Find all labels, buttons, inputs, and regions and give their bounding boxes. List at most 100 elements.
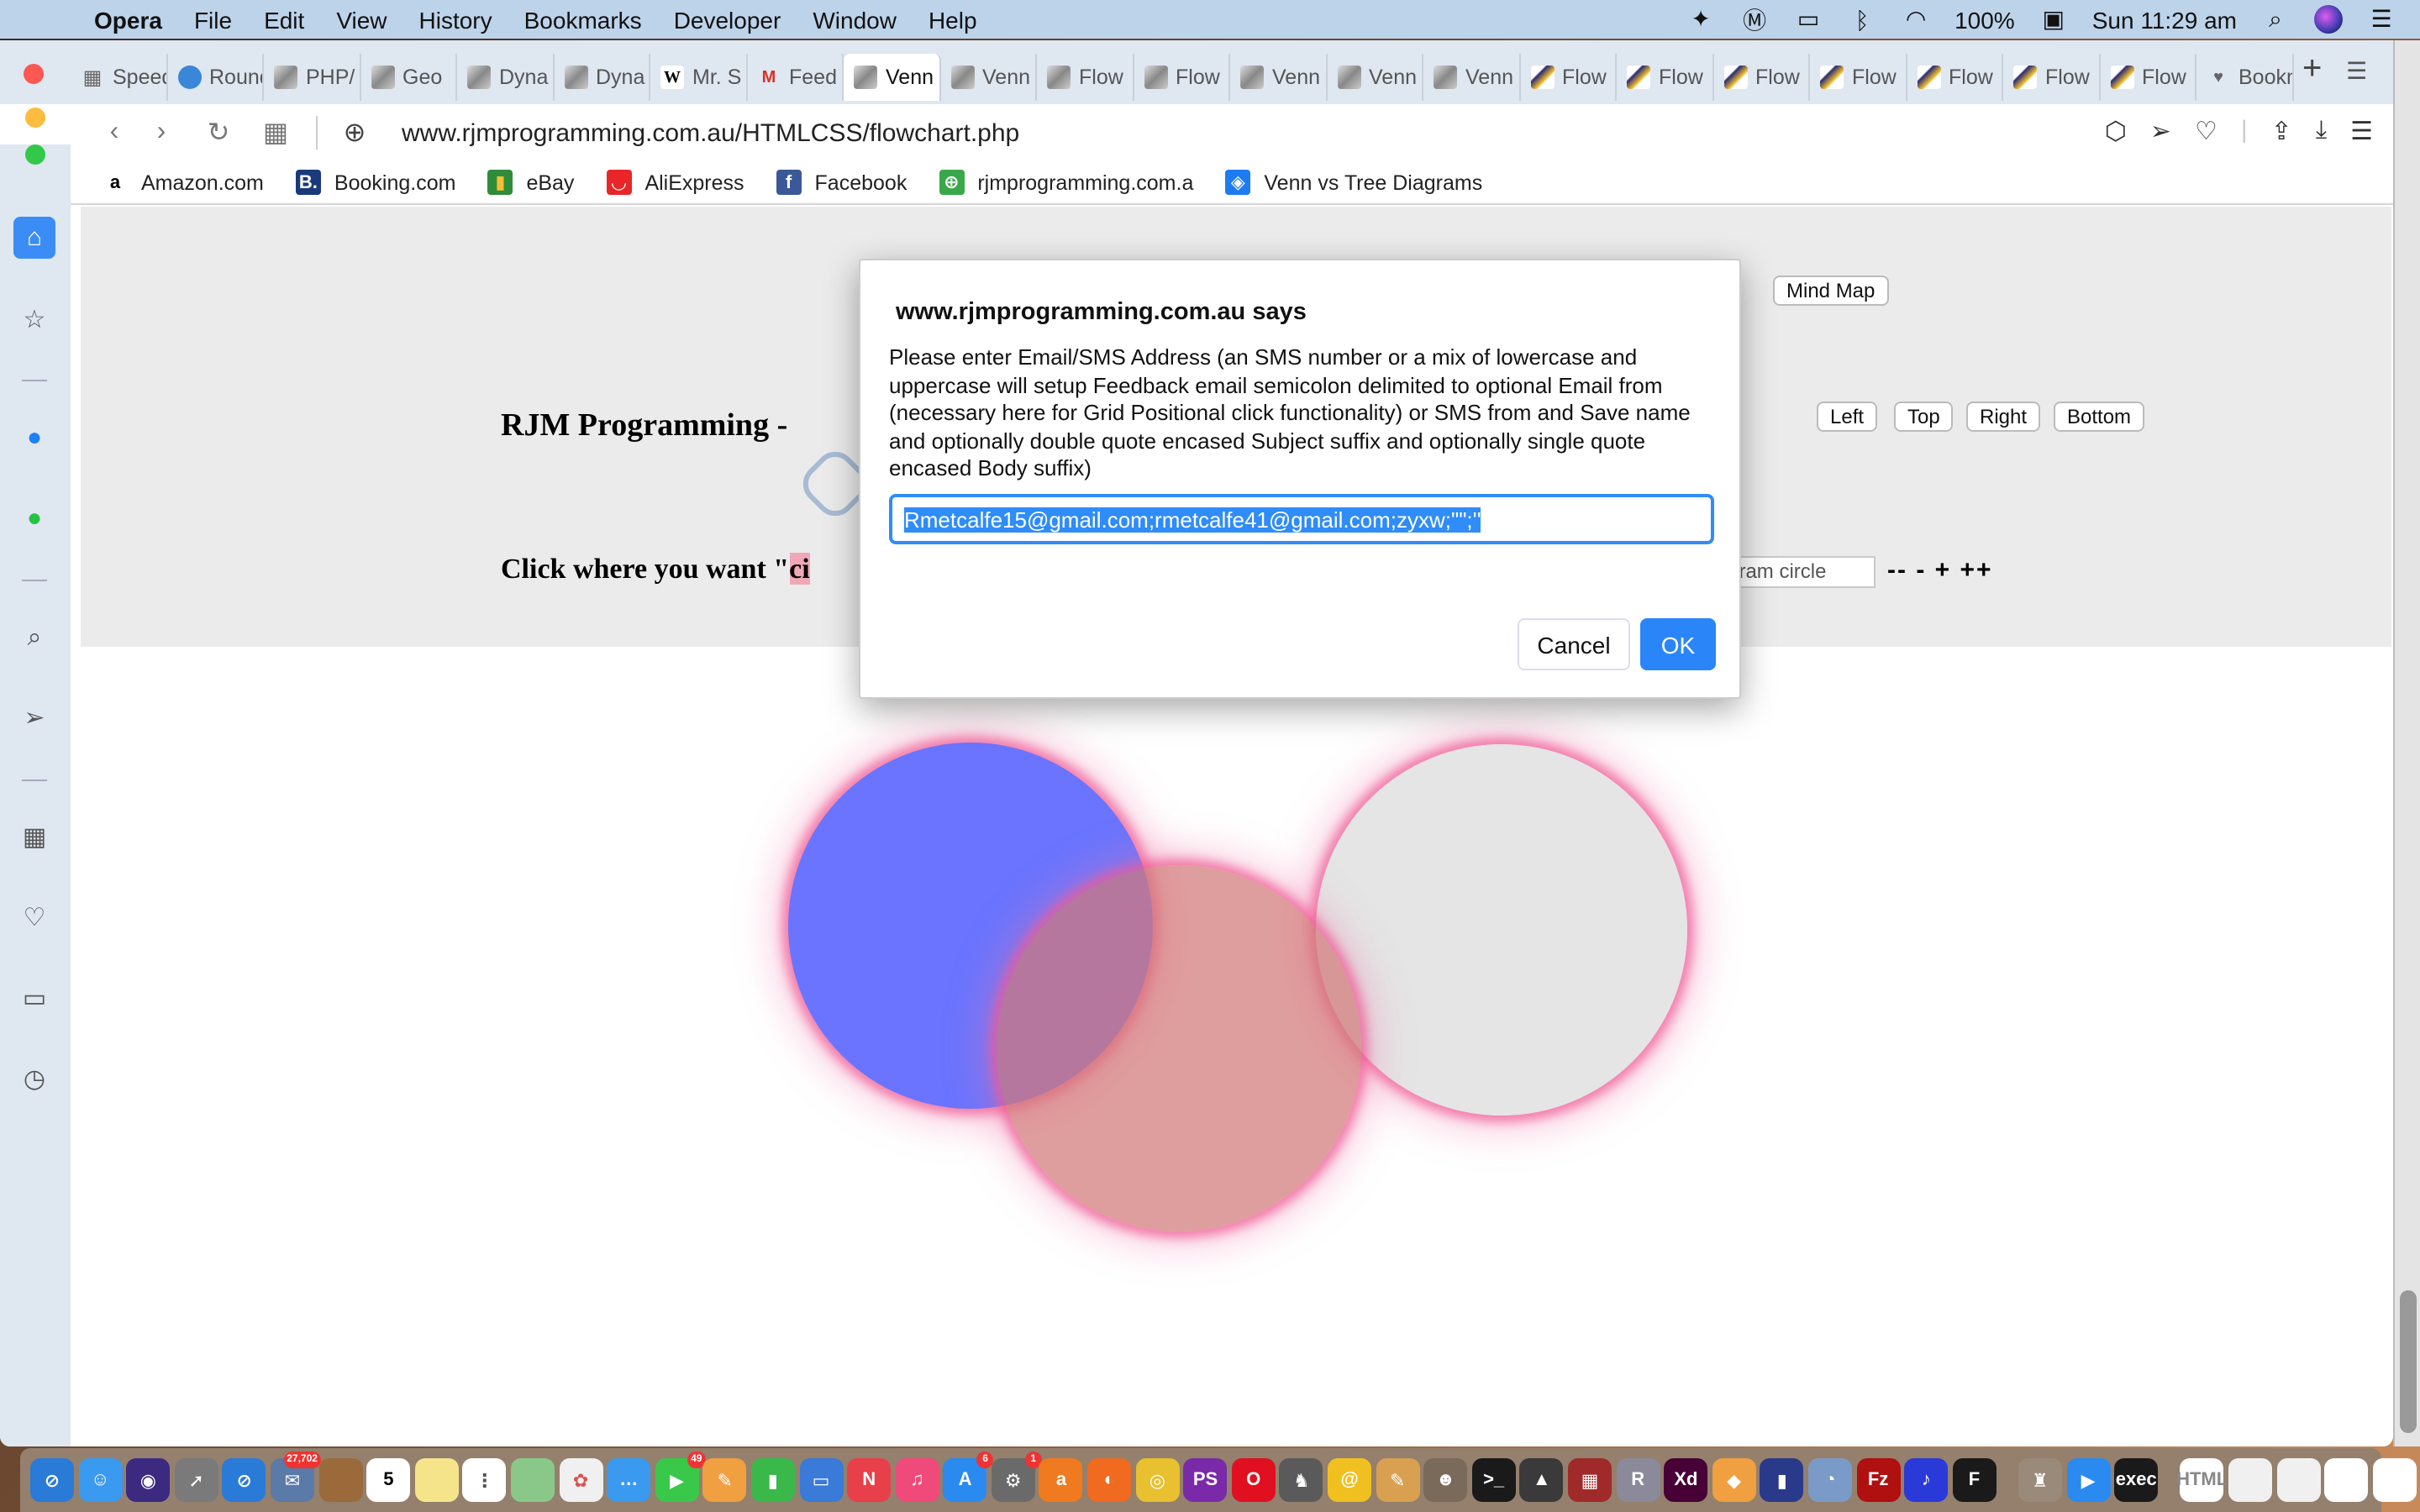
airplay-icon[interactable]: ▭	[1793, 5, 1823, 33]
new-tab-button[interactable]: +	[2302, 50, 2322, 89]
dock-preview-icon[interactable]: ◔	[1807, 1458, 1852, 1502]
tabs-grid-icon[interactable]: ▦	[13, 815, 55, 857]
tab-flow[interactable]: Flow	[1617, 54, 1713, 101]
back-button[interactable]: ‹	[97, 116, 131, 150]
bookmark-booking-com[interactable]: B. Booking.com	[295, 170, 455, 195]
dock-app-store-icon[interactable]: A6	[943, 1452, 994, 1502]
tab-venn[interactable]: Venn	[940, 54, 1037, 101]
send-flow-icon[interactable]: ➢	[13, 696, 55, 738]
dock-framer-icon[interactable]: ▮	[1760, 1458, 1804, 1502]
dock-sequel-pro-icon[interactable]: ♞	[1279, 1458, 1323, 1502]
avast-status-icon[interactable]: ✦	[1686, 5, 1716, 33]
dock-facetime-icon[interactable]: ▶ 49	[655, 1452, 706, 1502]
dock-zoom-icon[interactable]: ▶	[2066, 1458, 2111, 1502]
dock-notes-icon[interactable]	[414, 1458, 459, 1502]
dialog-email-input[interactable]: Rmetcalfe15@gmail.com;rmetcalfe41@gmail.…	[889, 494, 1714, 544]
forward-button[interactable]: ›	[145, 116, 178, 150]
dock-safari-icon[interactable]: ⊘	[222, 1458, 266, 1502]
bookmark-rjmprogramming-com-a[interactable]: ⊕ rjmprogramming.com.a	[939, 170, 1193, 195]
search-icon[interactable]: ⌕	[13, 617, 55, 659]
dock-audacity-icon[interactable]: ♪	[1904, 1458, 1949, 1502]
download-icon[interactable]: ⤓	[2316, 116, 2327, 146]
whatsapp-icon[interactable]: ●	[13, 497, 55, 539]
scrollbar-thumb[interactable]	[2400, 1290, 2417, 1433]
dock-siri-icon[interactable]: ◉	[126, 1458, 171, 1502]
url-field[interactable]: www.rjmprogramming.com.au/HTMLCSS/flowch…	[402, 118, 1019, 147]
dock-music-icon[interactable]: ♫	[895, 1458, 939, 1502]
menu-app-name[interactable]: Opera	[94, 6, 162, 33]
dock-opera-icon[interactable]: O	[1231, 1458, 1276, 1502]
tab-flow[interactable]: Flow	[1134, 54, 1230, 101]
share-icon[interactable]: ⇪	[2271, 116, 2292, 146]
tab-bookmarks[interactable]: ♥ Bookmarks	[2196, 54, 2293, 101]
tab-venn[interactable]: Venn	[1423, 54, 1520, 101]
dock-sketch-icon[interactable]: ◆	[1712, 1458, 1756, 1502]
dock-firefox-window-icon[interactable]	[2372, 1458, 2417, 1502]
menu-view[interactable]: View	[336, 6, 387, 33]
ok-button[interactable]: OK	[1640, 618, 1716, 670]
speed-dial-home-icon[interactable]: ⌂	[13, 217, 55, 259]
dock-maps-icon[interactable]	[510, 1458, 555, 1502]
site-info-globe-icon[interactable]: ⊕	[338, 116, 371, 150]
dock-inkscape-icon[interactable]: ▲	[1519, 1458, 1564, 1502]
dock-phpstorm-icon[interactable]: PS	[1183, 1458, 1228, 1502]
tab-venn[interactable]: Venn	[1327, 54, 1423, 101]
bookmark-venn-vs-tree-diagrams[interactable]: ◈ Venn vs Tree Diagrams	[1225, 170, 1482, 195]
bookmark-aliexpress[interactable]: ◡ AliExpress	[606, 170, 744, 195]
left-button[interactable]: Left	[1817, 402, 1878, 432]
dock-automator-icon[interactable]: ♜	[2018, 1458, 2062, 1502]
tab-dyna[interactable]: Dyna	[457, 54, 554, 101]
tab-venn[interactable]: Venn	[1230, 54, 1327, 101]
dock-messages-icon[interactable]: …	[607, 1458, 651, 1502]
tab-php[interactable]: PHP/	[264, 54, 360, 101]
menu-help[interactable]: Help	[929, 6, 977, 33]
news-reader-icon[interactable]: ▭	[13, 976, 55, 1018]
venn-circle-gray[interactable]	[1316, 744, 1687, 1116]
clock[interactable]: Sun 11:29 am	[2092, 6, 2237, 33]
favorites-star-icon[interactable]: ☆	[13, 297, 55, 339]
dock-filezilla-icon[interactable]: Fz	[1856, 1458, 1901, 1502]
dock-adobe-xd-icon[interactable]: Xd	[1664, 1458, 1708, 1502]
dock-photos-icon[interactable]: ✿	[559, 1458, 603, 1502]
easy-setup-icon[interactable]: ☰	[2350, 116, 2373, 146]
menu-history[interactable]: History	[419, 6, 492, 33]
notification-center-icon[interactable]: ☰	[2366, 5, 2396, 33]
tab-overview-icon[interactable]: ▦	[259, 116, 292, 150]
bookmark-ebay[interactable]: ▮ eBay	[487, 170, 574, 195]
zoom-window-button[interactable]	[25, 144, 45, 165]
dock-finder-window-2-icon[interactable]	[2276, 1458, 2320, 1502]
bookmark-amazon-com[interactable]: a Amazon.com	[103, 170, 264, 195]
dock-gimp-icon[interactable]: ☻	[1423, 1458, 1468, 1502]
messenger-icon[interactable]: ●	[13, 417, 55, 459]
dock-reminders-icon[interactable]: ⋮	[462, 1458, 507, 1502]
dock-photo-booth-icon[interactable]: ▦	[1568, 1458, 1612, 1502]
tab-flow[interactable]: Flow	[1520, 54, 1617, 101]
wifi-icon[interactable]: ◠	[1901, 5, 1931, 33]
spotlight-search-icon[interactable]: ⌕	[2260, 5, 2291, 33]
malwarebytes-status-icon[interactable]: Ⓜ	[1739, 6, 1770, 33]
dock-firefox-icon[interactable]: ◐	[1087, 1458, 1132, 1502]
minimize-window-button[interactable]	[25, 108, 45, 128]
top-button[interactable]: Top	[1894, 402, 1954, 432]
tab-flow[interactable]: Flow	[2100, 54, 2196, 101]
tab-dyna[interactable]: Dyna	[554, 54, 650, 101]
bottom-button[interactable]: Bottom	[2054, 402, 2145, 432]
dock-terminal-icon[interactable]: >_	[1471, 1458, 1516, 1502]
page-scrollbar[interactable]	[2393, 40, 2420, 1446]
dock-system-preferences-icon[interactable]: ⚙ 1	[991, 1452, 1042, 1502]
tab-speed-dial[interactable]: ▦ Speed Dial	[71, 54, 167, 101]
tab-menu-icon[interactable]: ☰	[2346, 57, 2367, 86]
adblock-icon[interactable]: ⬡	[2105, 116, 2127, 146]
dock-avast-icon[interactable]: a	[1039, 1458, 1083, 1502]
tab-mr-s[interactable]: W Mr. S	[650, 54, 747, 101]
dock-chrome-window-icon[interactable]	[2324, 1458, 2369, 1502]
dock-contacts-icon[interactable]	[318, 1458, 363, 1502]
heart-bookmarks-icon[interactable]: ♡	[13, 895, 55, 937]
battery-charging-icon[interactable]: ▣	[2039, 5, 2069, 33]
close-window-button[interactable]	[24, 64, 44, 84]
history-clock-icon[interactable]: ◷	[13, 1057, 55, 1099]
tab-feed[interactable]: M Feed	[747, 54, 844, 101]
dock-fontforge-icon[interactable]: F	[1952, 1458, 1996, 1502]
dock-script-editor-icon[interactable]: ✎	[1376, 1458, 1420, 1502]
dock-html-document-icon[interactable]: HTML	[2176, 1458, 2228, 1502]
